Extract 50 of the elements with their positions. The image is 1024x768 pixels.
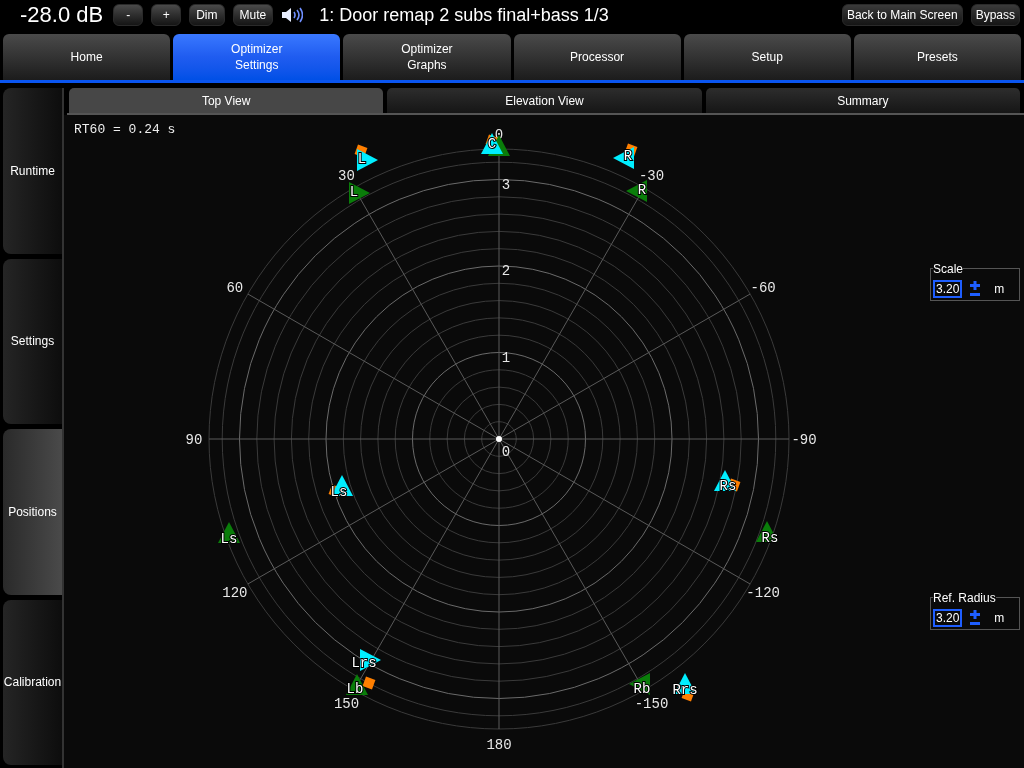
angle-label: 180 (486, 737, 512, 753)
preset-title: 1: Door remap 2 subs final+bass 1/3 (319, 6, 609, 24)
sidebar-tab[interactable]: Runtime (3, 88, 62, 254)
header-button[interactable]: Dim (189, 4, 225, 26)
header-button[interactable]: Bypass (970, 4, 1020, 26)
speaker-marker[interactable]: L (349, 182, 370, 204)
speaker-icon[interactable] (281, 7, 304, 23)
main-tab[interactable]: Optimizer Graphs (343, 34, 511, 80)
plus-minus-icon[interactable] (970, 281, 981, 297)
speaker-marker[interactable]: R (626, 180, 647, 202)
angle-label: 150 (333, 696, 360, 713)
view-tab[interactable]: Top View (69, 88, 384, 113)
angle-label: 60 (226, 279, 244, 296)
unit-label: m (994, 610, 1005, 627)
view-tab[interactable]: Summary (705, 88, 1020, 113)
ring-label: 1 (501, 349, 511, 366)
sidebar-tab[interactable]: Calibration (3, 599, 62, 765)
ring-label: 2 (501, 263, 511, 279)
main-tab[interactable]: Processor (513, 34, 681, 80)
header-button[interactable]: Mute (232, 4, 274, 26)
unit-label: m (994, 281, 1005, 298)
main-tab[interactable]: Setup (683, 34, 851, 80)
sidebar-tab[interactable]: Positions (3, 429, 62, 595)
angle-label: 90 (185, 432, 203, 448)
sidebar-tab[interactable]: Settings (3, 258, 62, 424)
angle-label: -90 (791, 432, 817, 448)
ring-label: 0 (501, 444, 511, 460)
speaker-marker[interactable]: Lb (346, 674, 368, 697)
header-button[interactable]: - (113, 4, 144, 26)
main-tab[interactable]: Optimizer Settings (173, 34, 341, 80)
rt60-readout: RT60 = 0.24 s (74, 121, 176, 139)
angle-label: -60 (750, 279, 776, 296)
header-button[interactable]: Back to Main Screen (841, 4, 963, 26)
plus-minus-icon[interactable] (970, 610, 981, 626)
header-button[interactable]: + (151, 4, 182, 26)
angle-label: -150 (634, 696, 669, 713)
control-label: Scale (933, 262, 964, 276)
angle-label: 120 (222, 584, 248, 601)
angle-label: -120 (746, 584, 780, 601)
view-tab[interactable]: Elevation View (387, 88, 702, 113)
volume-readout: -28.0 dB (20, 4, 104, 26)
ring-label: 3 (501, 176, 511, 193)
value-field[interactable]: 3.20 (933, 280, 963, 298)
value-field[interactable]: 3.20 (933, 609, 963, 627)
control-label: Ref. Radius (933, 591, 996, 605)
speaker-marker[interactable]: Rb (629, 673, 651, 697)
speaker-marker[interactable] (362, 676, 376, 690)
main-tab[interactable]: Home (3, 34, 171, 80)
main-tab[interactable]: Presets (853, 34, 1022, 80)
angle-label: 30 (338, 167, 355, 184)
